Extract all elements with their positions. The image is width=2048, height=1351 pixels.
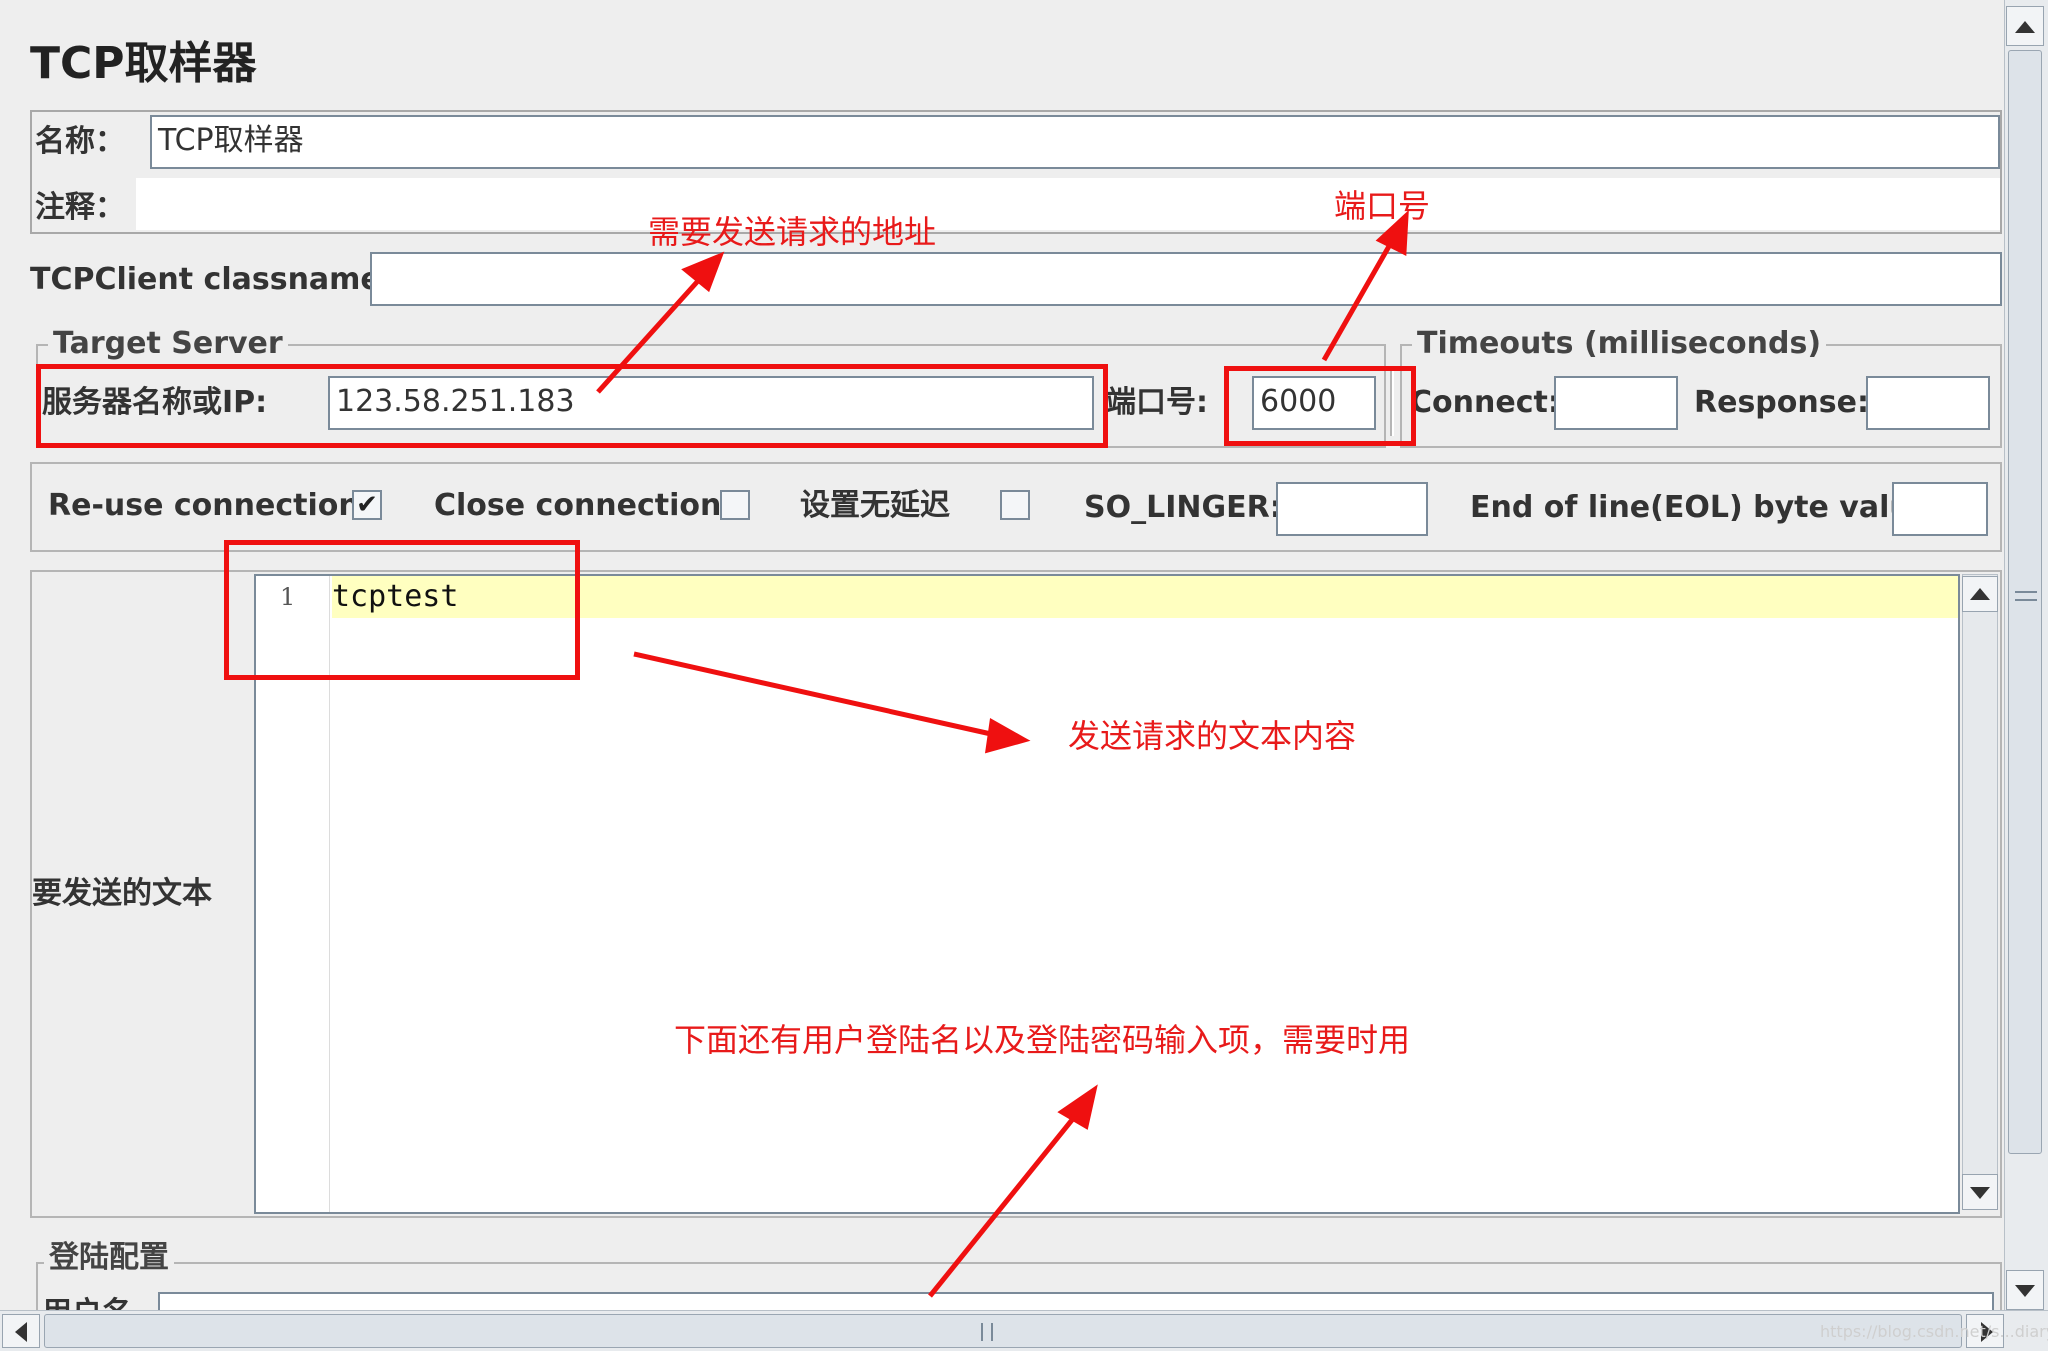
editor-scroll-up-button[interactable]: [1962, 576, 1998, 612]
login-config-legend: 登陆配置: [44, 1240, 174, 1276]
target-server-legend: Target Server: [48, 326, 288, 362]
eol-label: End of line(EOL) byte value:: [1470, 490, 1944, 525]
server-highlight-box: [36, 364, 1108, 448]
window-scroll-down-button[interactable]: [2006, 1270, 2044, 1310]
no-delay-checkbox[interactable]: [1000, 490, 1030, 520]
classname-input[interactable]: [370, 252, 2002, 306]
text-to-send-label: 要发送的文本: [32, 876, 212, 911]
window-scroll-up-button[interactable]: [2006, 6, 2044, 46]
window-scroll-left-button[interactable]: [2, 1314, 40, 1348]
reuse-connection-checkbox[interactable]: ✔: [352, 490, 382, 520]
so-linger-label: SO_LINGER:: [1084, 490, 1282, 525]
so-linger-input[interactable]: [1276, 482, 1428, 536]
connect-input[interactable]: [1554, 376, 1678, 430]
comment-label: 注释：: [35, 190, 125, 225]
close-connection-label: Close connection: [434, 488, 722, 523]
close-connection-checkbox[interactable]: [720, 490, 750, 520]
text-annotation: 发送请求的文本内容: [1068, 717, 1357, 755]
window-scroll-thumb[interactable]: [2008, 50, 2042, 1154]
port-annotation: 端口号: [1334, 187, 1431, 225]
window-hscroll-thumb[interactable]: [44, 1314, 1962, 1348]
check-icon: ✔: [356, 490, 378, 520]
eol-input[interactable]: [1892, 482, 1988, 536]
response-input[interactable]: [1866, 376, 1990, 430]
classname-label: TCPClient classname:: [30, 262, 393, 297]
name-input-value: TCP取样器: [158, 123, 304, 158]
port-label: 端口号:: [1106, 385, 1208, 420]
arrow-down-icon: [2015, 1285, 2035, 1297]
port-highlight-box: [1224, 366, 1416, 446]
comment-input[interactable]: [136, 178, 2000, 230]
arrow-up-icon: [2015, 21, 2035, 33]
editor-scrollbar[interactable]: [1962, 574, 1998, 1210]
no-delay-label: 设置无延迟: [800, 488, 950, 523]
arrow-left-icon: [15, 1322, 27, 1342]
login-annotation: 下面还有用户登陆名以及登陆密码输入项，需要时用: [674, 1021, 1411, 1059]
arrow-down-icon: [1970, 1187, 1990, 1199]
grip-icon: [981, 1323, 993, 1341]
response-label: Response:: [1694, 385, 1869, 420]
watermark: https://blog.csdn.net/s...diary: [1820, 1322, 2048, 1341]
arrow-up-icon: [1970, 588, 1990, 600]
name-label: 名称：: [35, 124, 125, 159]
timeouts-legend: Timeouts (milliseconds): [1412, 326, 1827, 362]
connect-label: Connect:: [1410, 385, 1560, 420]
text-highlight-box: [224, 540, 580, 680]
address-annotation: 需要发送请求的地址: [648, 213, 937, 251]
grip-icon: [2015, 591, 2037, 601]
name-input[interactable]: TCP取样器: [150, 115, 2000, 169]
page-title: TCP取样器: [30, 38, 257, 89]
reuse-connection-label: Re-use connection: [48, 488, 360, 523]
username-input[interactable]: [158, 1292, 1994, 1312]
editor-scroll-down-button[interactable]: [1962, 1174, 1998, 1210]
